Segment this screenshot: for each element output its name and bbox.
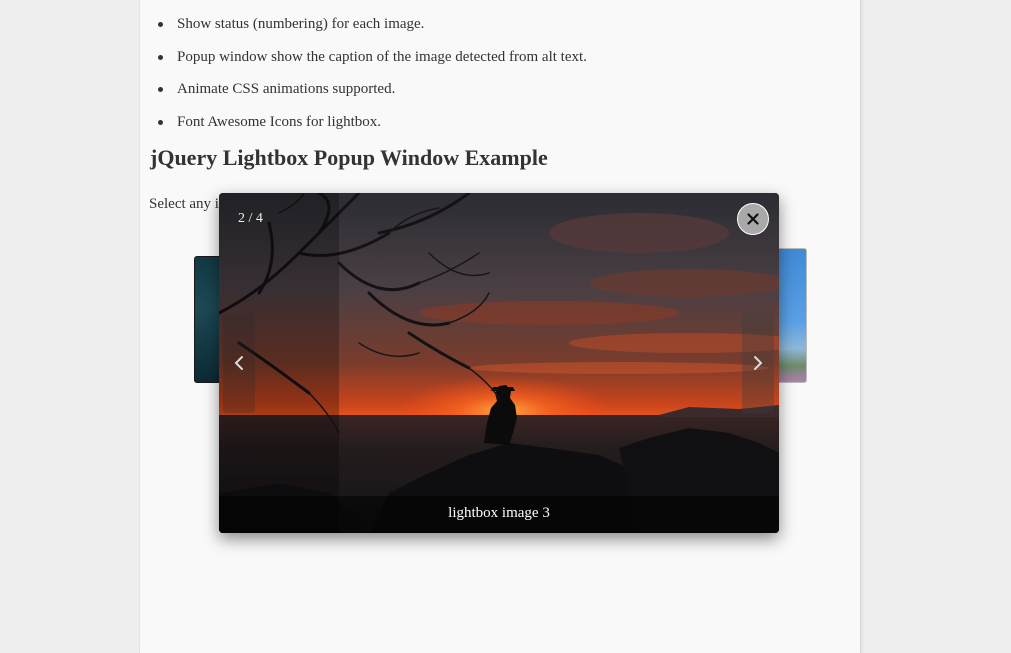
list-item: Font Awesome Icons for lightbox. bbox=[158, 98, 587, 131]
page-title: jQuery Lightbox Popup Window Example bbox=[150, 145, 548, 170]
image-counter: 2 / 4 bbox=[238, 211, 263, 226]
next-button[interactable] bbox=[742, 313, 774, 413]
list-item: Show status (numbering) for each image. bbox=[158, 0, 587, 33]
list-item: Animate CSS animations supported. bbox=[158, 65, 587, 98]
lightbox-popup: 2 / 4 lightbox image 3 bbox=[219, 193, 779, 533]
intro-text: Select any i bbox=[149, 196, 219, 212]
list-item: Popup window show the caption of the ima… bbox=[158, 33, 587, 66]
close-icon bbox=[747, 213, 759, 225]
chevron-right-icon bbox=[754, 356, 763, 370]
lightbox-image bbox=[219, 193, 779, 533]
feature-list: Show status (numbering) for each image. … bbox=[158, 0, 587, 131]
chevron-left-icon bbox=[234, 356, 243, 370]
close-button[interactable] bbox=[737, 203, 769, 235]
image-caption: lightbox image 3 bbox=[448, 505, 550, 521]
prev-button[interactable] bbox=[223, 313, 255, 413]
